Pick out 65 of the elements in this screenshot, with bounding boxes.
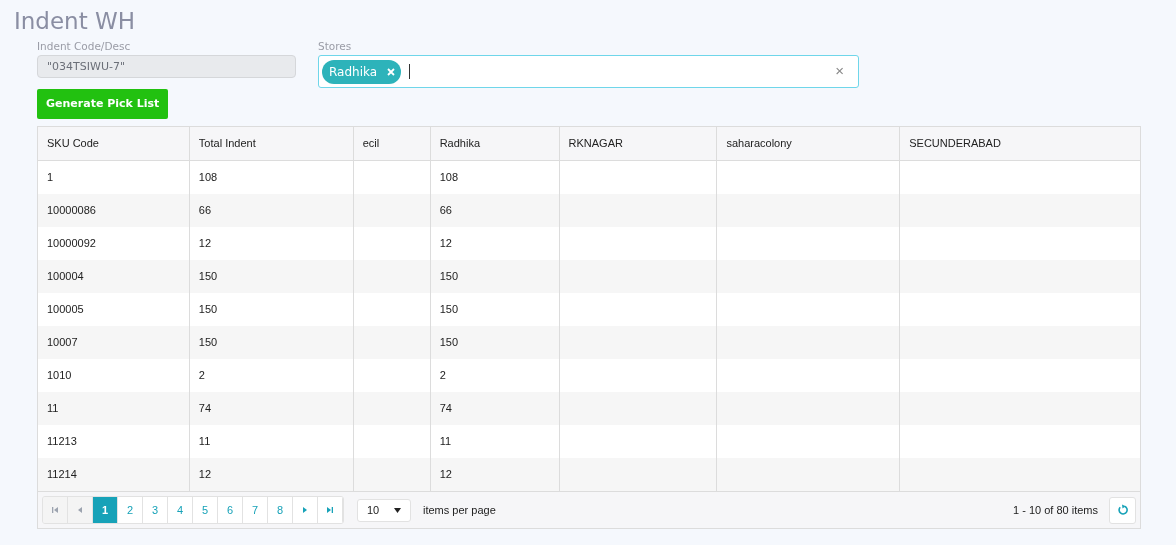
table-cell-text: 108 — [439, 170, 458, 186]
next-page-icon — [301, 506, 309, 514]
page-title: Indent WH — [14, 7, 137, 36]
table-cell-text: 10007 — [47, 335, 78, 351]
table-cell-text: 150 — [439, 335, 458, 351]
page-button[interactable]: 2 — [118, 497, 143, 523]
table-cell-text: 100004 — [47, 269, 84, 285]
clear-button[interactable]: × — [835, 60, 844, 83]
table-cell-text: 12 — [198, 467, 212, 483]
page-button[interactable]: 3 — [143, 497, 168, 523]
table-cell-text: 2 — [439, 368, 446, 384]
field-label: Indent Code/Desc — [37, 40, 132, 53]
table-cell-text: 150 — [198, 335, 218, 351]
items-per-page-label: items per page — [423, 502, 496, 518]
remove-icon[interactable] — [387, 67, 396, 76]
column-header: Radhika — [430, 127, 560, 160]
table-cell-text: 1 — [47, 170, 54, 186]
table-cell-text: 108 — [198, 170, 218, 186]
dropdown-caret-icon — [394, 507, 401, 513]
column-header: SECUNDERABAD — [908, 136, 1002, 152]
table-cell-text: 150 — [198, 302, 218, 318]
first-page-icon — [51, 506, 59, 514]
table-cell-text: 11 — [198, 434, 211, 450]
table-cell-text: 11213 — [47, 434, 77, 450]
refresh-button[interactable] — [1109, 496, 1136, 524]
table-cell-text: 10000086 — [47, 203, 96, 219]
table-cell-text: 2 — [198, 368, 205, 384]
stores-field[interactable]: Radhika × — [318, 55, 859, 88]
pager-summary: 1 - 10 of 80 items — [1013, 502, 1098, 518]
field-label: Stores — [318, 40, 353, 53]
column-header: saharacolony — [717, 127, 901, 160]
table-cell-text: 11 — [439, 434, 452, 450]
page-size-select[interactable]: 10 — [357, 498, 411, 522]
table-cell-text: 150 — [439, 269, 458, 285]
page-button[interactable]: 1 — [93, 497, 118, 523]
column-header: ecil — [353, 127, 431, 160]
column-header: Total Indent — [189, 127, 354, 160]
table-cell-text: 150 — [198, 269, 218, 285]
page-button[interactable]: 8 — [268, 497, 293, 523]
table-cell-text: 12 — [198, 236, 212, 252]
column-header: SKU Code — [38, 127, 190, 160]
table-cell-text: 66 — [439, 203, 452, 219]
table-cell-text: 12 — [439, 236, 452, 252]
table-cell-text: 12 — [439, 467, 452, 483]
table-cell-text: 1010 — [47, 368, 72, 384]
previous-page-icon — [76, 506, 84, 514]
column-header: RKNAGAR — [559, 127, 718, 160]
generate-pick-list-button[interactable]: Generate Pick List — [37, 89, 169, 119]
last-page-icon — [326, 506, 334, 514]
page-nav-button[interactable] — [318, 497, 343, 523]
page-button[interactable]: 7 — [243, 497, 268, 523]
page-button[interactable]: 6 — [218, 497, 243, 523]
table-cell-text: 150 — [439, 302, 458, 318]
tag-label: Radhika — [329, 63, 378, 81]
table-cell-text: 11 — [47, 401, 59, 417]
table-cell-text: 10000092 — [47, 236, 96, 252]
table-cell-text: 74 — [198, 401, 212, 417]
page-nav-button[interactable] — [293, 497, 318, 523]
page-button[interactable]: 4 — [168, 497, 193, 523]
table-cell-text: 11214 — [47, 467, 77, 483]
table-cell-text: 66 — [198, 203, 212, 219]
page-button[interactable]: 5 — [193, 497, 218, 523]
table-cell-text: 74 — [439, 401, 452, 417]
refresh-icon — [1116, 504, 1129, 516]
table-cell-text: 100005 — [47, 302, 84, 318]
